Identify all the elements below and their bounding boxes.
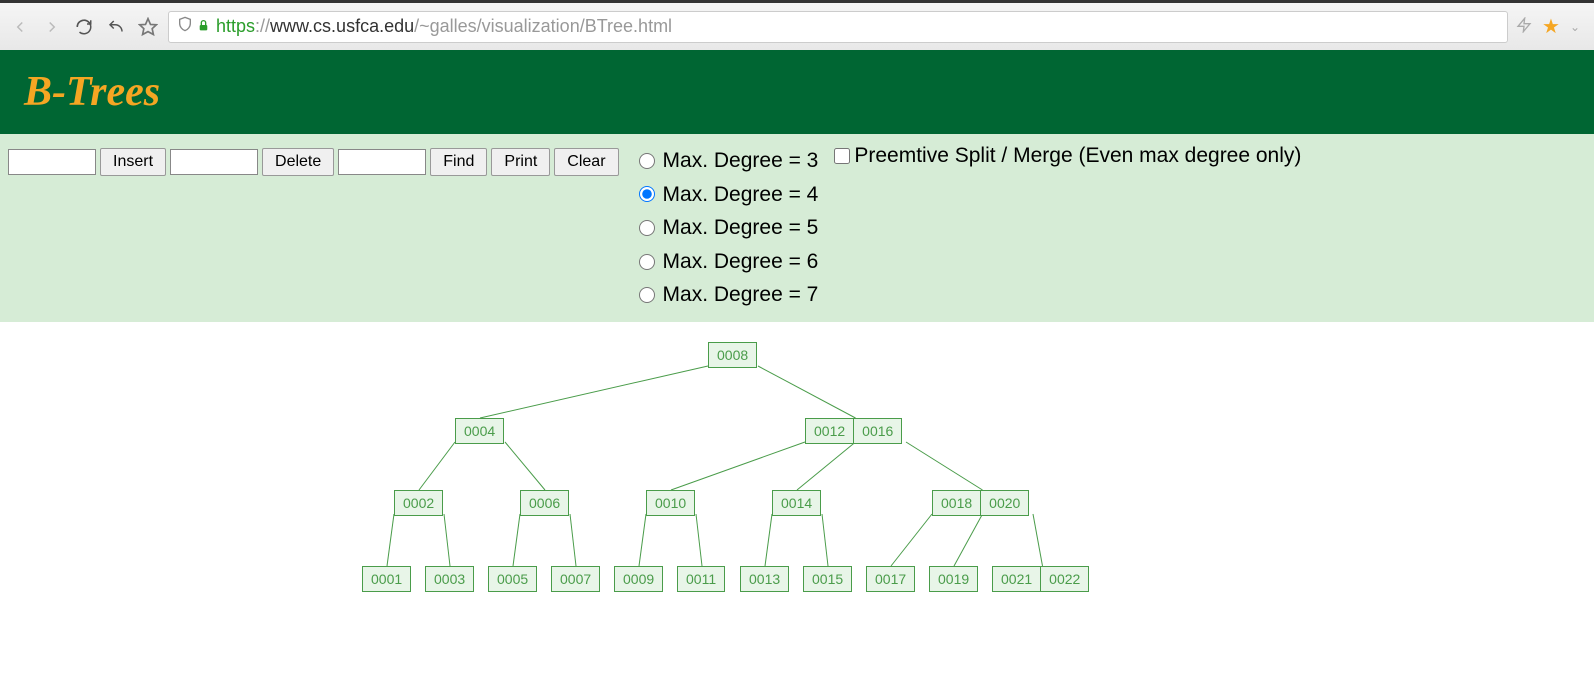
lightning-icon[interactable]: [1516, 17, 1532, 36]
tree-key: 0008: [709, 343, 756, 367]
degree-label: Max. Degree = 5: [663, 211, 819, 245]
tree-key: 0007: [552, 567, 599, 591]
tree-key: 0006: [521, 491, 568, 515]
tree-key: 0010: [647, 491, 694, 515]
tree-key: 0011: [678, 567, 724, 591]
preemptive-checkbox[interactable]: [834, 148, 850, 164]
reload-button[interactable]: [72, 15, 96, 39]
tree-node: 0011: [677, 566, 725, 592]
bookmark-star-button[interactable]: [136, 15, 160, 39]
degree-radio-3[interactable]: [639, 153, 655, 169]
tree-key: 0021: [993, 567, 1040, 591]
degree-label: Max. Degree = 3: [663, 144, 819, 178]
controls-bar: Insert Delete Find Print Clear Max. Degr…: [0, 134, 1594, 322]
page-header: B-Trees: [0, 50, 1594, 134]
tree-node: 0006: [520, 490, 569, 516]
tree-key: 0014: [773, 491, 820, 515]
tree-node: 0014: [772, 490, 821, 516]
tree-key: 0020: [981, 491, 1028, 515]
tree-node: 0005: [488, 566, 537, 592]
tree-key: 0005: [489, 567, 536, 591]
tree-node: 0017: [866, 566, 915, 592]
tree-key: 0002: [395, 491, 442, 515]
tree-key: 0001: [363, 567, 410, 591]
degree-label: Max. Degree = 4: [663, 178, 819, 212]
tree-node: 00180020: [932, 490, 1029, 516]
clear-button[interactable]: Clear: [554, 148, 618, 176]
nav-back-button[interactable]: [8, 15, 32, 39]
tree-node: 0003: [425, 566, 474, 592]
nav-forward-button[interactable]: [40, 15, 64, 39]
insert-button[interactable]: Insert: [100, 148, 166, 176]
degree-radio-5[interactable]: [639, 220, 655, 236]
tree-node: 0002: [394, 490, 443, 516]
tree-node: 0004: [455, 418, 504, 444]
insert-input[interactable]: [8, 149, 96, 175]
tree-key: 0019: [930, 567, 977, 591]
shield-icon: [177, 16, 193, 37]
tree-node: 0019: [929, 566, 978, 592]
tree-node: 0007: [551, 566, 600, 592]
degree-radio-6[interactable]: [639, 254, 655, 270]
tree-key: 0022: [1041, 567, 1088, 591]
preemptive-label: Preemtive Split / Merge (Even max degree…: [854, 144, 1301, 168]
tree-key: 0018: [933, 491, 980, 515]
degree-radio-7[interactable]: [639, 287, 655, 303]
url-bar[interactable]: https://www.cs.usfca.edu/~galles/visuali…: [168, 11, 1508, 43]
tree-node: 0015: [803, 566, 852, 592]
degree-radio-4[interactable]: [639, 186, 655, 202]
tree-node: 00120016: [805, 418, 902, 444]
tree-key: 0009: [615, 567, 662, 591]
tree-node: 0009: [614, 566, 663, 592]
tree-node: 0008: [708, 342, 757, 368]
tree-node: 0001: [362, 566, 411, 592]
tree-key: 0013: [741, 567, 788, 591]
tree-node: 0010: [646, 490, 695, 516]
print-button[interactable]: Print: [491, 148, 550, 176]
chevron-down-icon[interactable]: ⌄: [1570, 20, 1580, 34]
tree-node: 0013: [740, 566, 789, 592]
degree-label: Max. Degree = 7: [663, 278, 819, 312]
tree-key: 0004: [456, 419, 503, 443]
url-text: https://www.cs.usfca.edu/~galles/visuali…: [216, 16, 672, 37]
delete-input[interactable]: [170, 149, 258, 175]
tree-canvas: 0008 0004 00120016 0002 0006 0010 0014 00180020…: [0, 322, 1594, 662]
degree-radio-group: Max. Degree = 3Max. Degree = 4Max. Degre…: [639, 144, 819, 312]
undo-button[interactable]: [104, 15, 128, 39]
tree-key: 0012: [806, 419, 853, 443]
favorite-star-icon[interactable]: ★: [1542, 14, 1560, 39]
find-input[interactable]: [338, 149, 426, 175]
find-button[interactable]: Find: [430, 148, 487, 176]
tree-key: 0017: [867, 567, 914, 591]
lock-icon: [197, 19, 210, 35]
browser-toolbar: https://www.cs.usfca.edu/~galles/visuali…: [0, 0, 1594, 50]
delete-button[interactable]: Delete: [262, 148, 334, 176]
tree-key: 0016: [854, 419, 901, 443]
page-title: B-Trees: [24, 68, 1570, 116]
tree-key: 0015: [804, 567, 851, 591]
degree-label: Max. Degree = 6: [663, 245, 819, 279]
tree-key: 0003: [426, 567, 473, 591]
tree-node: 00210022: [992, 566, 1089, 592]
